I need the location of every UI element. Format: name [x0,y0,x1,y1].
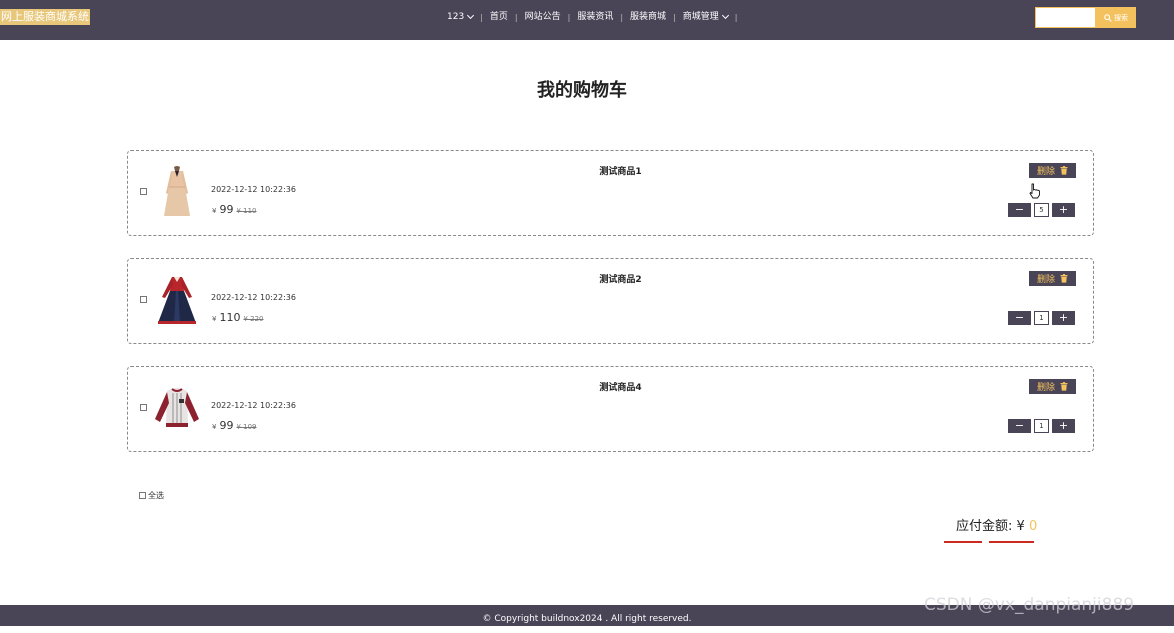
nav-mall-management-label: 商城管理 [682,12,719,22]
chevron-down-icon [467,11,475,20]
nav-clothing-mall[interactable]: 服装商城 [623,9,673,25]
added-date: 2022-12-12 10:22:36 [211,293,296,302]
page-title: 我的购物车 [537,80,627,101]
hand-cursor-icon [1029,183,1040,199]
search-input[interactable] [1035,7,1096,28]
quantity-value[interactable]: 5 [1034,203,1049,217]
currency-symbol: ¥ [212,207,217,215]
top-navbar: 网上服装商城系统 123 | 首页 | 网站公告 | 服装资讯 | 服装商城 |… [0,0,1174,40]
trash-icon [1060,274,1068,283]
quantity-value[interactable]: 1 [1034,419,1049,433]
total-label: 应付金额: ¥ [956,519,1025,534]
nav-home[interactable]: 首页 [483,9,515,25]
quantity-value[interactable]: 1 [1034,311,1049,325]
cart-item: 测试商品1 2022-12-12 10:22:36 ¥ 99 ¥ 110 删除 … [127,150,1094,236]
chevron-down-icon [721,11,729,20]
added-date: 2022-12-12 10:22:36 [211,185,296,194]
product-name[interactable]: 测试商品2 [128,272,1113,285]
delete-button[interactable]: 删除 [1029,379,1076,394]
cart-item: 测试商品2 2022-12-12 10:22:36 ¥ 110 ¥ 220 删除… [127,258,1094,344]
nav-user-label: 123 [447,12,465,22]
price-row: ¥ 99 ¥ 110 [212,203,257,216]
underline-decoration [989,541,1034,543]
nav-mall-management[interactable]: 商城管理 [676,9,735,25]
select-all[interactable]: 全选 [139,490,164,501]
nav-user-menu[interactable]: 123 [440,9,480,25]
increase-quantity-button[interactable]: + [1052,419,1075,433]
copyright-text: © Copyright buildnox2024 . All right res… [482,614,692,624]
currency-symbol: ¥ [212,315,217,323]
original-price: ¥ 220 [243,315,264,323]
decrease-quantity-button[interactable]: − [1008,419,1031,433]
select-all-checkbox[interactable] [139,492,146,499]
original-price: ¥ 109 [236,423,257,431]
delete-button[interactable]: 删除 [1029,163,1076,178]
site-logo[interactable]: 网上服装商城系统 [0,9,90,25]
trash-icon [1060,166,1068,175]
underline-decoration [944,541,982,543]
delete-label: 删除 [1036,383,1055,393]
increase-quantity-button[interactable]: + [1052,311,1075,325]
current-price: 99 [219,203,234,216]
price-row: ¥ 99 ¥ 109 [212,419,257,432]
item-checkbox[interactable] [140,296,147,303]
nav-divider: | [734,12,738,22]
main-nav: 123 | 首页 | 网站公告 | 服装资讯 | 服装商城 | 商城管理 | [440,9,737,25]
search-button[interactable]: 搜索 [1096,7,1136,28]
quantity-stepper: − 1 + [1008,311,1075,325]
select-all-label: 全选 [148,491,164,500]
decrease-quantity-button[interactable]: − [1008,203,1031,217]
cart-item: 测试商品4 2022-12-12 10:22:36 ¥ 99 ¥ 109 删除 … [127,366,1094,452]
product-name[interactable]: 测试商品1 [128,164,1113,177]
quantity-stepper: − 1 + [1008,419,1075,433]
added-date: 2022-12-12 10:22:36 [211,401,296,410]
price-row: ¥ 110 ¥ 220 [212,311,264,324]
item-checkbox[interactable] [140,188,147,195]
delete-button[interactable]: 删除 [1029,271,1076,286]
nav-announcements[interactable]: 网站公告 [518,9,568,25]
search-button-label: 搜索 [1114,13,1128,22]
nav-clothing-news[interactable]: 服装资讯 [570,9,620,25]
quantity-stepper: − 5 + [1008,203,1075,217]
delete-label: 删除 [1036,275,1055,285]
increase-quantity-button[interactable]: + [1052,203,1075,217]
currency-symbol: ¥ [212,423,217,431]
current-price: 110 [219,311,241,324]
total-value: 0 [1028,519,1038,534]
delete-label: 删除 [1036,167,1055,177]
item-checkbox[interactable] [140,404,147,411]
product-name[interactable]: 测试商品4 [128,380,1113,393]
trash-icon [1060,382,1068,391]
search-icon [1104,13,1112,22]
current-price: 99 [219,419,234,432]
watermark: CSDN @vx_danpianji889 [924,595,1135,615]
total-amount: 应付金额: ¥ 0 [956,515,1037,534]
original-price: ¥ 110 [236,207,257,215]
decrease-quantity-button[interactable]: − [1008,311,1031,325]
